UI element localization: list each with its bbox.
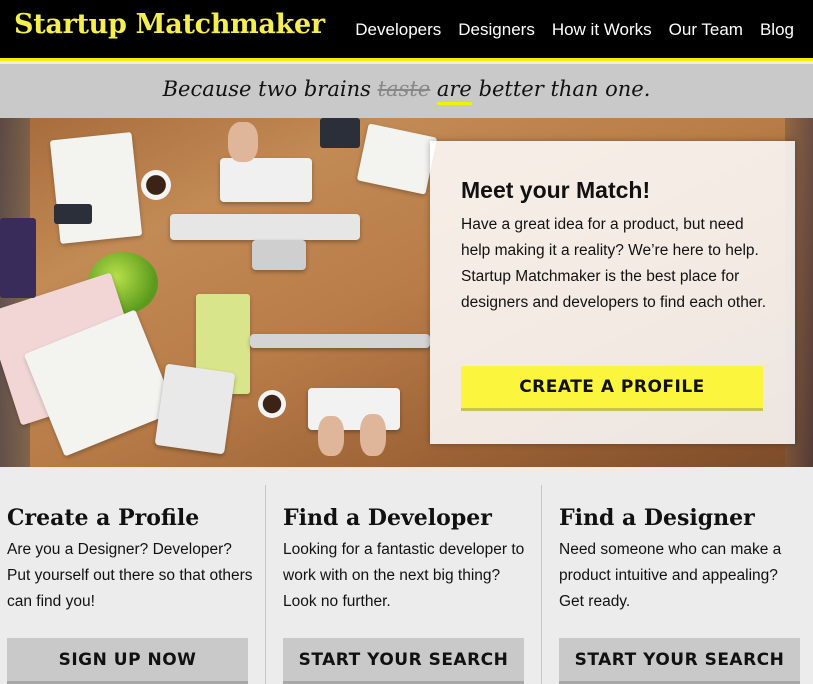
card-title: Find a Designer xyxy=(559,505,755,531)
sign-up-now-button[interactable]: SIGN UP NOW xyxy=(7,638,248,684)
notebook xyxy=(356,123,438,195)
meet-your-match-title: Meet your Match! xyxy=(461,177,651,203)
card-find-designer: Find a Designer Need someone who can mak… xyxy=(541,467,813,684)
hand xyxy=(318,416,344,456)
sleeve-2 xyxy=(0,218,36,298)
phone xyxy=(54,204,92,224)
card-title: Find a Developer xyxy=(283,505,492,531)
feature-cards: Create a Profile Are you a Designer? Dev… xyxy=(0,467,813,684)
tagline-bar: Because two brains taste are better than… xyxy=(0,64,813,118)
site-logo[interactable]: Startup Matchmaker xyxy=(14,9,325,40)
keyboard xyxy=(220,158,312,202)
main-nav: Developers Designers How it Works Our Te… xyxy=(355,20,794,40)
nav-developers[interactable]: Developers xyxy=(355,20,441,40)
start-search-designer-button[interactable]: START YOUR SEARCH xyxy=(559,638,800,684)
coffee-cup-2 xyxy=(258,390,286,418)
nav-how-it-works[interactable]: How it Works xyxy=(552,20,652,40)
card-description: Are you a Designer? Developer? Put yours… xyxy=(7,541,253,610)
meet-your-match-card: Meet your Match! Have a great idea for a… xyxy=(430,141,795,444)
hero-section: Meet your Match! Have a great idea for a… xyxy=(0,118,813,467)
site-header: Startup Matchmaker Developers Designers … xyxy=(0,0,813,61)
card-title: Create a Profile xyxy=(7,505,200,531)
hand-2 xyxy=(360,414,386,456)
sleeve xyxy=(320,118,360,148)
nav-blog[interactable]: Blog xyxy=(760,20,794,40)
card-description: Need someone who can make a product intu… xyxy=(559,541,782,610)
card-find-developer: Find a Developer Looking for a fantastic… xyxy=(265,467,541,684)
tagline-emphasis-word: are xyxy=(436,77,472,105)
tablet xyxy=(154,363,236,455)
monitor xyxy=(170,214,360,240)
coffee-cup xyxy=(141,170,171,200)
laptop xyxy=(250,334,430,348)
create-profile-button[interactable]: CREATE A PROFILE xyxy=(461,366,763,411)
nav-designers[interactable]: Designers xyxy=(458,20,535,40)
chart-paper xyxy=(49,131,143,245)
hand-3 xyxy=(228,122,258,162)
nav-our-team[interactable]: Our Team xyxy=(669,20,743,40)
card-description: Looking for a fantastic developer to wor… xyxy=(283,541,525,610)
monitor-stand xyxy=(252,240,306,270)
tagline: Because two brains taste are better than… xyxy=(162,77,651,105)
card-create-profile: Create a Profile Are you a Designer? Dev… xyxy=(0,467,265,684)
meet-your-match-description: Have a great idea for a product, but nee… xyxy=(461,216,767,311)
tagline-struck-word: taste xyxy=(377,77,431,101)
card-divider xyxy=(265,485,266,684)
card-divider xyxy=(541,485,542,684)
start-search-developer-button[interactable]: START YOUR SEARCH xyxy=(283,638,524,684)
tagline-suffix: better than one. xyxy=(478,77,651,101)
tagline-prefix: Because two brains xyxy=(162,77,371,101)
